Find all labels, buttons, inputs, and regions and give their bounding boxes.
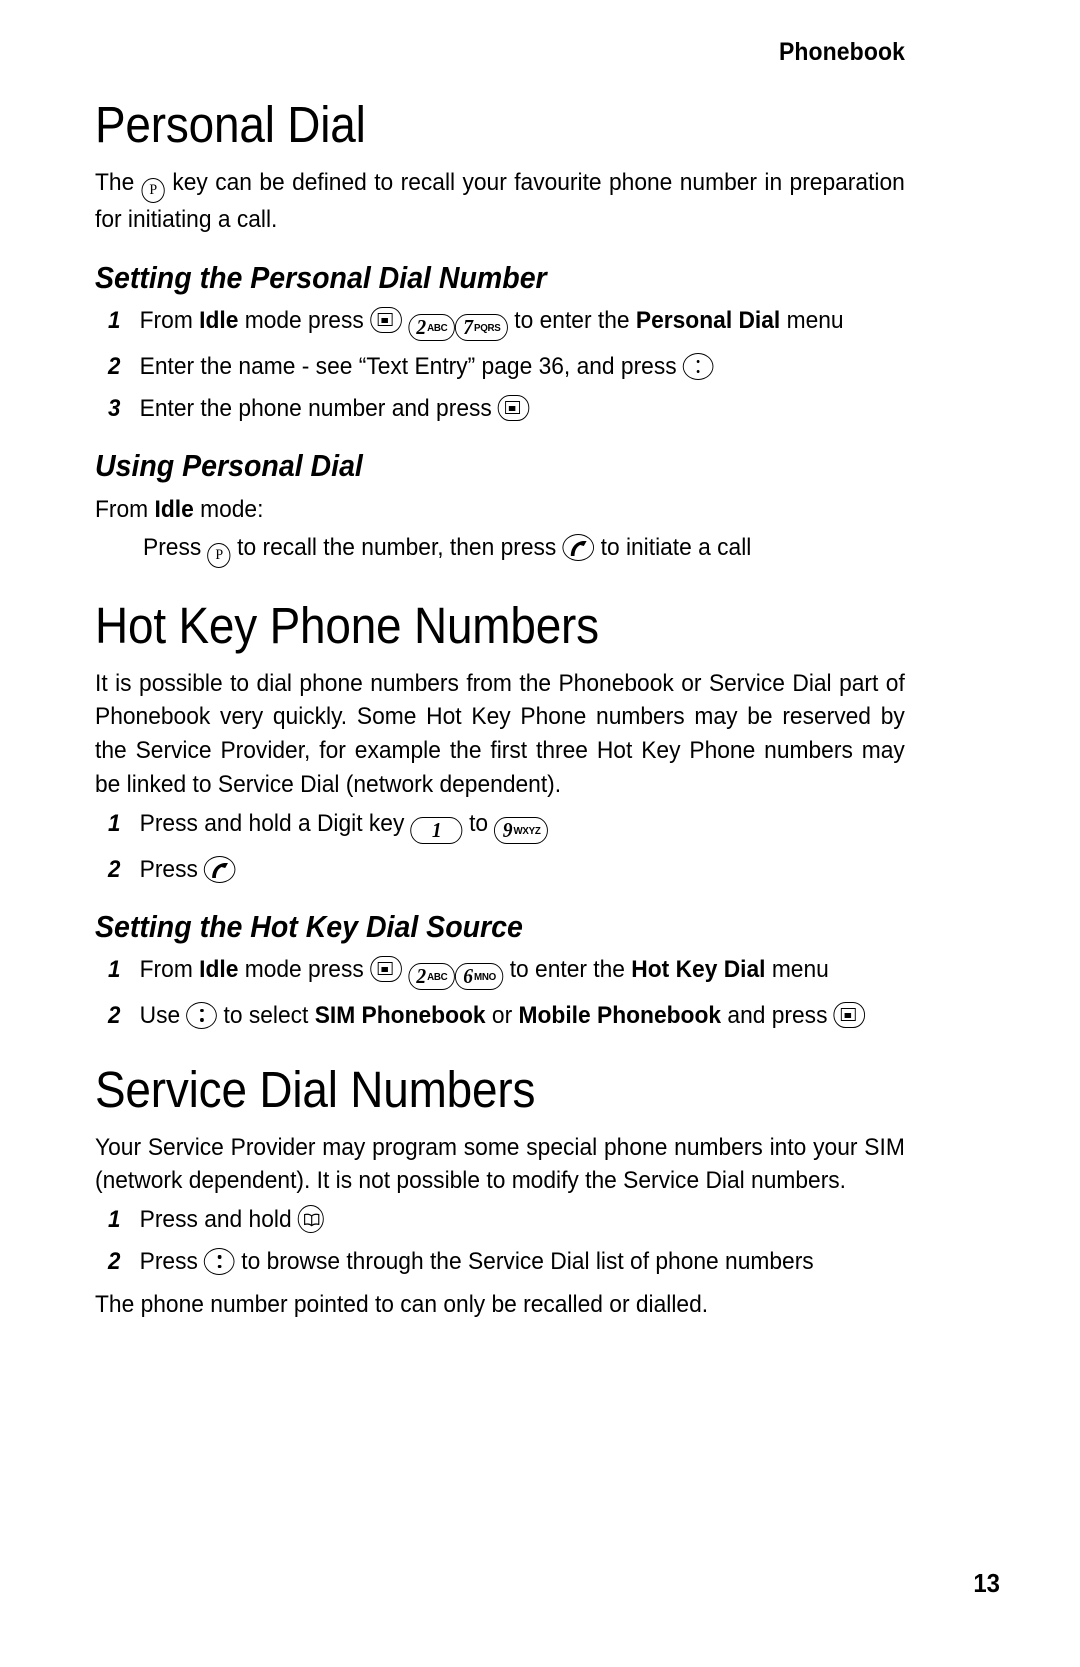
steps-hot-key: 1 Press and hold a Digit key 1 to 9WXYZ 2… [95,808,905,886]
section-title-service-dial-numbers: Service Dial Numbers [95,1060,536,1118]
instruction-text: to recall the number, then press [230,533,563,561]
step-item: 1 Press and hold [95,1204,949,1236]
service-dial-closing: The phone number pointed to can only be … [95,1290,709,1318]
instruction-text: Press [143,533,208,561]
running-header: Phonebook [778,38,905,66]
step-text: Enter the phone number and press [139,394,499,422]
step-text: From [139,955,200,983]
step-emphasis: Hot Key Dial [631,955,766,983]
step-text: menu [780,306,844,334]
page-number: 13 [973,1568,1000,1598]
step-text: Enter the name - see “Text Entry” page 3… [139,352,683,380]
manual-page: Phonebook Personal Dial The P key can be… [0,0,1080,1667]
step-emphasis: SIM Phonebook [314,1001,486,1029]
select-key-icon [370,306,402,333]
service-dial-paragraph: Your Service Provider may program some s… [95,1133,905,1195]
lead-emphasis: Idle [154,495,194,523]
p-key-icon: P [207,542,231,568]
digit-key-2-icon: 2ABC [408,313,455,341]
select-key-icon [498,394,530,421]
step-number: 2 [108,855,121,883]
step-item: 2 Use to select SIM Phonebook or Mobile P… [95,1000,949,1032]
phonebook-key-icon [297,1205,325,1234]
step-item: 2 Enter the name - see “Text Entry” page … [95,351,949,383]
page-content: Phonebook Personal Dial The P key can be… [95,38,905,1326]
digit-key-1-icon: 1 [410,816,463,844]
lead-text: mode: [193,495,264,523]
select-key-icon [370,955,402,982]
step-number: 1 [108,306,121,334]
steps-setting-personal-dial: 1 From Idle mode press 2ABC 7PQRS to enter… [95,305,905,425]
step-text: Press [139,1248,205,1276]
send-key-icon [204,855,236,883]
digit-key-2-icon: 2ABC [408,962,455,990]
step-text: to enter the [507,306,636,334]
step-text: Press and hold [139,1206,298,1234]
p-key-icon: P [141,178,165,204]
subsection-title-using-personal-dial: Using Personal Dial [95,447,363,483]
step-item: 1 From Idle mode press 2ABC 6MNO to enter … [95,954,949,990]
steps-hot-key-dial-source: 1 From Idle mode press 2ABC 6MNO to enter … [95,954,905,1032]
send-key-icon [562,533,595,561]
step-emphasis: Idle [199,306,239,334]
personal-dial-intro: The P key can be defined to recall your … [95,166,905,237]
step-number: 1 [108,1206,121,1234]
step-item: 1 Press and hold a Digit key 1 to 9WXYZ [95,808,949,844]
step-item: 2 Press [95,854,949,886]
navigation-key-icon [186,1001,218,1029]
step-number: 2 [108,1001,121,1029]
step-number: 1 [108,955,121,983]
step-text: From [139,306,200,334]
select-key-icon [833,1001,866,1028]
lead-text: From [95,495,155,523]
subsection-title-setting-hot-key-dial-source: Setting the Hot Key Dial Source [95,908,523,944]
digit-key-9-icon: 9WXYZ [494,816,549,844]
step-text: to browse through the Service Dial list … [234,1248,814,1276]
step-number: 2 [108,1248,121,1276]
navigation-key-icon [682,352,714,380]
step-text: Press [139,855,205,883]
intro-text-before: The [95,169,135,197]
step-item: 1 From Idle mode press 2ABC 7PQRS to enter… [95,305,949,341]
step-text: and press [721,1001,834,1029]
step-text: to enter the [503,955,632,983]
step-text: to select [217,1001,315,1029]
step-item: 3 Enter the phone number and press [95,393,949,425]
subsection-title-setting-personal-dial: Setting the Personal Dial Number [95,259,547,295]
step-number: 2 [108,352,121,380]
hot-key-paragraph: It is possible to dial phone numbers fro… [95,669,905,799]
step-text: menu [765,955,829,983]
digit-key-7-icon: 7PQRS [454,313,508,341]
navigation-key-icon [204,1248,235,1276]
step-emphasis: Idle [199,955,239,983]
step-text: to [462,809,495,837]
using-personal-dial-lead: From Idle mode: [95,493,905,527]
step-number: 1 [108,809,121,837]
using-personal-dial-instruction: Press P to recall the number, then press… [143,531,852,568]
instruction-text: to initiate a call [594,533,752,561]
step-emphasis: Personal Dial [635,306,781,334]
section-title-personal-dial: Personal Dial [95,96,366,153]
digit-key-6-icon: 6MNO [454,962,504,990]
step-text: mode press [238,306,371,334]
step-emphasis: Mobile Phonebook [518,1001,722,1029]
step-text: mode press [238,955,371,983]
steps-service-dial: 1 Press and hold 2 Press to browse through… [95,1204,905,1278]
intro-text-after: key can be defined to recall your favour… [95,169,905,234]
step-text: Press and hold a Digit key [139,809,411,837]
section-title-hot-key-phone-numbers: Hot Key Phone Numbers [95,596,599,654]
step-text: Use [139,1001,187,1029]
step-item: 2 Press to browse through the Service Dia… [95,1246,949,1278]
step-text: or [485,1001,519,1029]
step-number: 3 [108,394,121,422]
